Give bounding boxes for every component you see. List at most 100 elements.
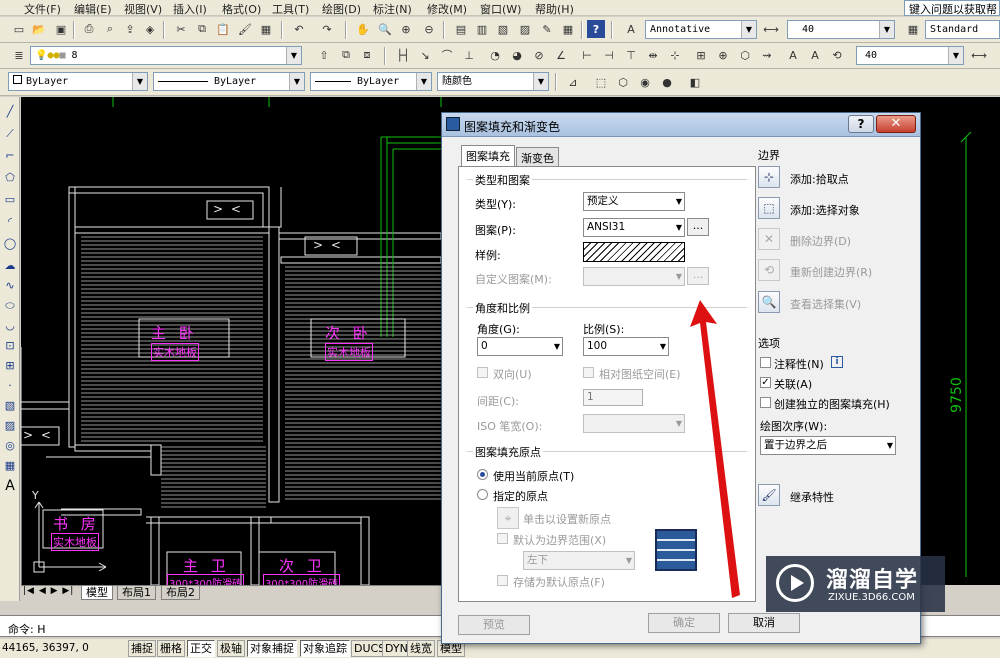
- menu-format[interactable]: 格式(O): [222, 1, 261, 17]
- double-checkbox[interactable]: [477, 367, 488, 378]
- ucs-icon[interactable]: ⊿: [564, 73, 582, 91]
- layer-manager-icon[interactable]: ≣: [10, 46, 28, 64]
- tab-model[interactable]: 模型: [81, 586, 113, 600]
- rectangle-icon[interactable]: ▭: [1, 191, 19, 209]
- cube-icon[interactable]: ⬡: [614, 73, 632, 91]
- pan-icon[interactable]: ✋: [354, 20, 372, 38]
- continue-dim-icon[interactable]: ⊤: [622, 46, 640, 64]
- center-mark-icon[interactable]: ⊕: [714, 46, 732, 64]
- arc-length-icon[interactable]: ⌒: [438, 46, 456, 64]
- custom-pattern-combo[interactable]: ▼: [583, 267, 685, 286]
- layer-combo[interactable]: 💡●●■ 8 ▼: [30, 46, 302, 65]
- add-select-objects-label[interactable]: 添加:选择对象: [790, 202, 860, 218]
- view-selections-label[interactable]: 查看选择集(V): [790, 296, 861, 312]
- dim-style-manager-icon[interactable]: ⟷: [970, 46, 988, 64]
- custom-browse-button[interactable]: ...: [687, 267, 709, 285]
- inherit-properties-icon[interactable]: 🖌: [758, 484, 780, 506]
- pattern-browse-button[interactable]: ...: [687, 218, 709, 236]
- tool-palettes-icon[interactable]: ▧: [494, 20, 512, 38]
- ellipse-arc-icon[interactable]: ◡: [1, 317, 19, 335]
- line-icon[interactable]: ╱: [1, 103, 19, 121]
- tab-layout2[interactable]: 布局2: [161, 586, 200, 600]
- text-style-combo[interactable]: Annotative ▼: [645, 20, 757, 39]
- spline-icon[interactable]: ∿: [1, 277, 19, 295]
- inherit-properties-label[interactable]: 继承特性: [790, 489, 834, 505]
- origin-position-combo[interactable]: 左下 ▼: [523, 551, 635, 570]
- insert-block-icon[interactable]: ⊡: [1, 337, 19, 355]
- text-height-combo[interactable]: 40 ▼: [787, 20, 895, 39]
- dim-space-icon[interactable]: ⇹: [644, 46, 662, 64]
- cancel-button[interactable]: 取消: [728, 613, 800, 633]
- polygon-icon[interactable]: ⬠: [1, 169, 19, 187]
- linetype-combo[interactable]: ByLayer ▼: [153, 72, 305, 91]
- hatch-icon[interactable]: ▧: [1, 397, 19, 415]
- tab-gradient[interactable]: 渐变色: [516, 147, 559, 167]
- store-default-checkbox[interactable]: [497, 575, 508, 586]
- sheet-set-icon[interactable]: ▨: [516, 20, 534, 38]
- ordinate-dim-icon[interactable]: ⊥: [460, 46, 478, 64]
- point-icon[interactable]: ·: [1, 377, 19, 395]
- type-combo[interactable]: 预定义 ▼: [583, 192, 685, 211]
- click-set-origin-icon[interactable]: ⌖: [497, 507, 519, 529]
- ellipse-icon[interactable]: ⬭: [1, 297, 19, 315]
- construction-line-icon[interactable]: ⟋: [1, 125, 19, 143]
- osnap-toggle[interactable]: 对象捕捉: [247, 640, 297, 657]
- ok-button[interactable]: 确定: [648, 613, 720, 633]
- publish-icon[interactable]: ⇪: [121, 20, 139, 38]
- dialog-close-button[interactable]: ✕: [876, 115, 916, 133]
- specified-origin-radio[interactable]: [477, 489, 488, 500]
- calculator-icon[interactable]: ▦: [559, 20, 577, 38]
- jogged-dim-icon[interactable]: ◕: [508, 46, 526, 64]
- dim-edit-icon[interactable]: A: [784, 46, 802, 64]
- print-icon[interactable]: ⎙: [80, 20, 98, 38]
- pattern-swatch[interactable]: [583, 242, 685, 262]
- sphere-icon[interactable]: ◉: [636, 73, 654, 91]
- menu-draw[interactable]: 绘图(D): [322, 1, 361, 17]
- redo-icon[interactable]: ↷: [318, 20, 336, 38]
- design-center-icon[interactable]: ▥: [473, 20, 491, 38]
- region-icon[interactable]: ◎: [1, 437, 19, 455]
- scale-combo[interactable]: 100 ▼: [583, 337, 669, 356]
- match-properties-icon[interactable]: 🖌: [236, 20, 254, 38]
- lineweight-toggle[interactable]: 线宽: [407, 640, 435, 657]
- diameter-dim-icon[interactable]: ⊘: [530, 46, 548, 64]
- menu-modify[interactable]: 修改(M): [427, 1, 467, 17]
- menu-edit[interactable]: 编辑(E): [74, 1, 112, 17]
- menu-file[interactable]: 文件(F): [24, 1, 61, 17]
- jogged-linear-icon[interactable]: ⇝: [758, 46, 776, 64]
- tab-nav-arrows-icon[interactable]: |◀ ◀ ▶ ▶|: [23, 586, 74, 596]
- angular-dim-icon[interactable]: ∠: [552, 46, 570, 64]
- annotative-checkbox[interactable]: [760, 357, 771, 368]
- render-icon[interactable]: ●: [658, 73, 676, 91]
- inspection-icon[interactable]: ⬡: [736, 46, 754, 64]
- dim-update-icon[interactable]: ⟲: [828, 46, 846, 64]
- block-editor-icon[interactable]: ▦: [257, 20, 275, 38]
- save-icon[interactable]: ▣: [52, 20, 70, 38]
- menu-view[interactable]: 视图(V): [124, 1, 162, 17]
- help-icon[interactable]: ?: [587, 20, 605, 38]
- dialog-title-bar[interactable]: 图案填充和渐变色 ? ✕: [442, 113, 920, 137]
- circle-icon[interactable]: ◯: [1, 235, 19, 253]
- revision-cloud-icon[interactable]: ☁: [1, 257, 19, 275]
- plotstyle-combo[interactable]: 随颜色 ▼: [437, 72, 549, 91]
- zoom-window-icon[interactable]: ⊕: [397, 20, 415, 38]
- separate-hatch-checkbox[interactable]: [760, 397, 771, 408]
- text-style-icon[interactable]: A: [622, 20, 640, 38]
- markup-icon[interactable]: ✎: [538, 20, 556, 38]
- recreate-boundary-label[interactable]: 重新创建边界(R): [790, 264, 872, 280]
- menu-tools[interactable]: 工具(T): [272, 1, 309, 17]
- snap-toggle[interactable]: 捕捉: [128, 640, 156, 657]
- baseline-dim-icon[interactable]: ⊣: [600, 46, 618, 64]
- tab-hatch[interactable]: 图案填充: [461, 145, 515, 167]
- tab-layout1[interactable]: 布局1: [117, 586, 156, 600]
- aligned-dim-icon[interactable]: ↘: [416, 46, 434, 64]
- dim-scale-combo[interactable]: 40 ▼: [856, 46, 964, 65]
- make-current-icon[interactable]: ⇧: [315, 46, 333, 64]
- arc-icon[interactable]: ◜: [1, 213, 19, 231]
- undo-icon[interactable]: ↶: [290, 20, 308, 38]
- cut-icon[interactable]: ✂: [172, 20, 190, 38]
- make-block-icon[interactable]: ⊞: [1, 357, 19, 375]
- dim-style-combo[interactable]: Standard: [925, 20, 1000, 39]
- menu-help[interactable]: 帮助(H): [535, 1, 574, 17]
- spacing-input[interactable]: 1: [583, 389, 643, 406]
